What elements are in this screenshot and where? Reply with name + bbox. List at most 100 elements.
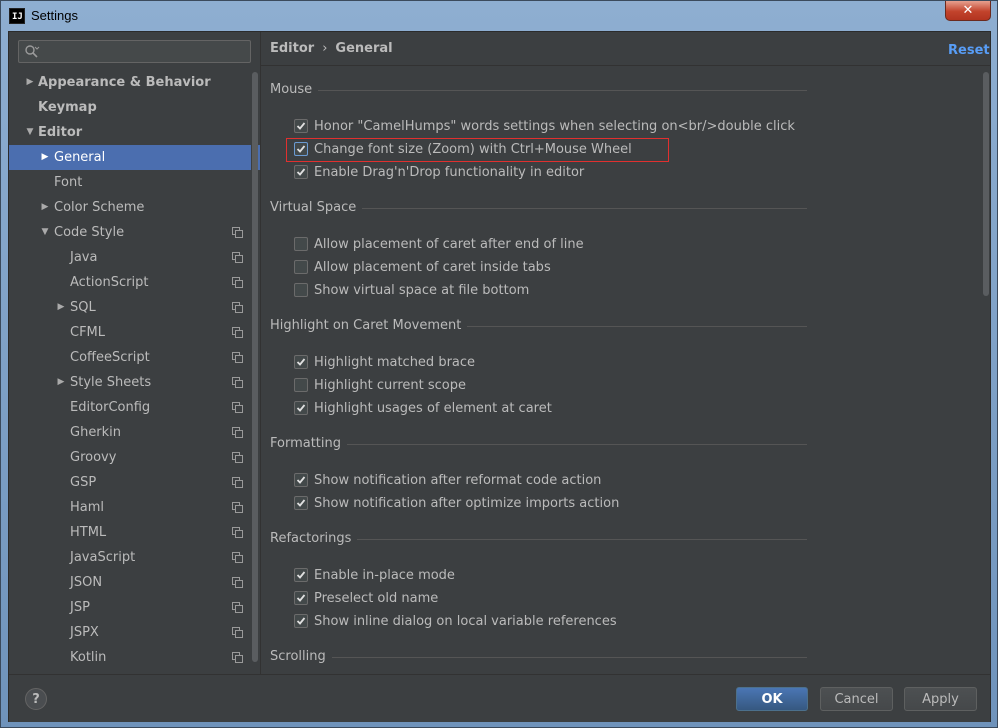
sidebar-item-label: Groovy (70, 450, 117, 465)
section-separator (347, 444, 807, 445)
sidebar-item-coffeescript[interactable]: CoffeeScript (9, 345, 260, 370)
sidebar-item-gherkin[interactable]: Gherkin (9, 420, 260, 445)
ok-button[interactable]: OK (736, 687, 808, 711)
help-button[interactable]: ? (25, 688, 47, 710)
project-copy-icon (232, 352, 243, 363)
window-title: Settings (31, 8, 78, 23)
expanded-arrow-icon[interactable]: ▼ (24, 120, 36, 145)
checkmark-icon (296, 168, 306, 176)
section-title-formatting: Formatting (270, 436, 342, 451)
checkbox-unchecked[interactable] (294, 260, 308, 274)
checkbox-checked[interactable] (294, 401, 308, 415)
sidebar-item-label: CoffeeScript (70, 350, 150, 365)
sidebar-item-jsp[interactable]: JSP (9, 595, 260, 620)
sidebar-item-label: Style Sheets (70, 375, 152, 390)
collapsed-arrow-icon[interactable]: ▶ (39, 145, 51, 170)
section-separator (318, 90, 807, 91)
option-checkbox-row[interactable]: Show inline dialog on local variable ref… (294, 612, 617, 630)
option-checkbox-row[interactable]: Highlight usages of element at caret (294, 399, 552, 417)
settings-window: IJ Settings ✕ ▶ Appearance & Behavior Keym… (0, 0, 998, 728)
sidebar-item-label: Kotlin (70, 650, 107, 665)
collapsed-arrow-icon[interactable]: ▶ (39, 195, 51, 220)
checkbox-checked[interactable] (294, 119, 308, 133)
option-label: Highlight matched brace (314, 354, 476, 370)
project-copy-icon (232, 627, 243, 638)
sidebar-item-groovy[interactable]: Groovy (9, 445, 260, 470)
sidebar-item-java[interactable]: Java (9, 245, 260, 270)
project-copy-icon (232, 227, 243, 238)
sidebar-item-label: Appearance & Behavior (38, 75, 211, 90)
sidebar-item-label: Haml (70, 500, 105, 515)
option-label: Highlight current scope (314, 377, 466, 393)
checkmark-icon (296, 499, 306, 507)
reset-link[interactable]: Reset (948, 43, 990, 58)
checkbox-checked[interactable] (294, 591, 308, 605)
sidebar-item-javascript[interactable]: JavaScript (9, 545, 260, 570)
sidebar-item-appearance-behavior[interactable]: ▶ Appearance & Behavior (9, 70, 260, 95)
checkbox-checked[interactable] (294, 568, 308, 582)
option-checkbox-row[interactable]: Highlight current scope (294, 376, 466, 394)
sidebar-item-color-scheme[interactable]: ▶ Color Scheme (9, 195, 260, 220)
checkbox-unchecked[interactable] (294, 378, 308, 392)
sidebar-item-label: Gherkin (70, 425, 122, 440)
expanded-arrow-icon[interactable]: ▼ (39, 220, 51, 245)
checkbox-checked[interactable] (294, 496, 308, 510)
sidebar-item-general[interactable]: ▶ General (9, 145, 260, 170)
sidebar-item-keymap[interactable]: Keymap (9, 95, 260, 120)
checkbox-checked[interactable] (294, 355, 308, 369)
collapsed-arrow-icon[interactable]: ▶ (55, 370, 67, 395)
close-window-button[interactable]: ✕ (945, 1, 991, 21)
checkbox-unchecked[interactable] (294, 237, 308, 251)
collapsed-arrow-icon[interactable]: ▶ (55, 295, 67, 320)
sidebar-item-gsp[interactable]: GSP (9, 470, 260, 495)
option-checkbox-row[interactable]: Highlight matched brace (294, 353, 475, 371)
checkbox-checked[interactable] (294, 473, 308, 487)
collapsed-arrow-icon[interactable]: ▶ (24, 70, 36, 95)
sidebar-item-jspx[interactable]: JSPX (9, 620, 260, 645)
content-scrollbar-thumb[interactable] (983, 72, 989, 296)
sidebar-item-font[interactable]: Font (9, 170, 260, 195)
settings-search-field[interactable] (18, 40, 251, 63)
option-label: Show notification after reformat code ac… (314, 472, 602, 488)
sidebar-scrollbar-thumb[interactable] (252, 72, 258, 662)
sidebar-item-label: ActionScript (70, 275, 149, 290)
checkbox-unchecked[interactable] (294, 283, 308, 297)
sidebar-item-label: GSP (70, 475, 97, 490)
sidebar-item-sql[interactable]: ▶ SQL (9, 295, 260, 320)
option-label: Preselect old name (314, 590, 439, 606)
option-label: Show virtual space at file bottom (314, 282, 530, 298)
option-checkbox-row[interactable]: Allow placement of caret inside tabs (294, 258, 551, 276)
sidebar-item-kotlin[interactable]: Kotlin (9, 645, 260, 670)
sidebar-item-haml[interactable]: Haml (9, 495, 260, 520)
option-checkbox-row[interactable]: Show notification after reformat code ac… (294, 471, 601, 489)
option-checkbox-row[interactable]: Show virtual space at file bottom (294, 281, 529, 299)
sidebar-item-cfml[interactable]: CFML (9, 320, 260, 345)
sidebar-item-label: General (54, 150, 106, 165)
checkmark-icon (296, 476, 306, 484)
option-checkbox-row[interactable]: Enable in-place mode (294, 566, 455, 584)
sidebar-item-code-style[interactable]: ▼ Code Style (9, 220, 260, 245)
option-checkbox-row[interactable]: Allow placement of caret after end of li… (294, 235, 584, 253)
apply-button[interactable]: Apply (904, 687, 977, 711)
sidebar-item-actionscript[interactable]: ActionScript (9, 270, 260, 295)
breadcrumb: Editor › General (270, 41, 393, 56)
sidebar-item-html[interactable]: HTML (9, 520, 260, 545)
sidebar-item-label: Font (54, 175, 83, 190)
project-copy-icon (232, 402, 243, 413)
sidebar-item-json[interactable]: JSON (9, 570, 260, 595)
title-bar[interactable]: IJ Settings ✕ (1, 1, 997, 31)
sidebar-item-editor[interactable]: ▼ Editor (9, 120, 260, 145)
option-checkbox-row[interactable]: Show notification after optimize imports… (294, 494, 619, 512)
sidebar-item-label: Code Style (54, 225, 125, 240)
checkbox-checked[interactable] (294, 165, 308, 179)
cancel-button[interactable]: Cancel (820, 687, 893, 711)
option-checkbox-row[interactable]: Enable Drag'n'Drop functionality in edit… (294, 163, 584, 181)
sidebar-item-style-sheets[interactable]: ▶ Style Sheets (9, 370, 260, 395)
search-input[interactable] (43, 43, 243, 60)
sidebar-item-label: HTML (70, 525, 107, 540)
section-separator (467, 326, 807, 327)
checkbox-checked[interactable] (294, 614, 308, 628)
sidebar-item-editorconfig[interactable]: EditorConfig (9, 395, 260, 420)
option-checkbox-row[interactable]: Preselect old name (294, 589, 438, 607)
option-checkbox-row[interactable]: Honor "CamelHumps" words settings when s… (294, 117, 795, 135)
